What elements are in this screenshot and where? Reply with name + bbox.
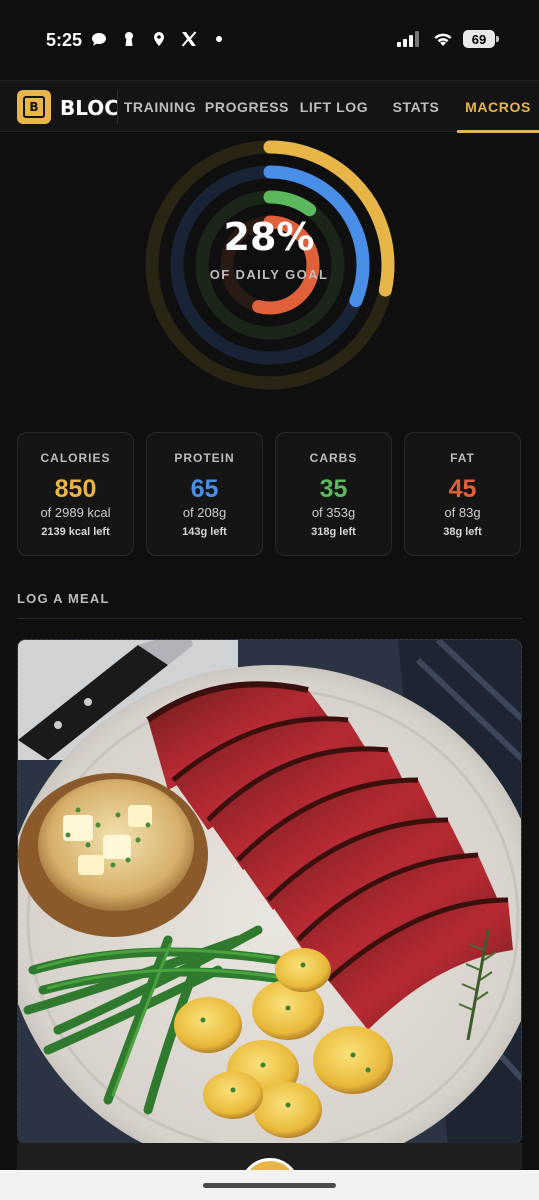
home-indicator[interactable] — [203, 1183, 336, 1188]
daily-goal-percent: 28% — [223, 215, 315, 259]
macro-card-calories[interactable]: CALORIES 850 of 2989 kcal 2139 kcal left — [17, 432, 134, 556]
macro-value: 35 — [319, 475, 348, 503]
macro-label: PROTEIN — [174, 451, 235, 465]
macro-value: 45 — [448, 475, 477, 503]
dot-icon — [216, 36, 222, 42]
steak-dinner-photo — [18, 640, 521, 1143]
macro-value: 850 — [54, 475, 97, 503]
macro-goal: of 2989 kcal — [40, 505, 111, 520]
tab-progress[interactable]: PROGRESS — [203, 81, 291, 133]
logo-mark: B — [23, 96, 45, 118]
active-tab-indicator — [457, 130, 539, 133]
macro-remaining: 318g left — [311, 526, 356, 538]
macro-goal: of 353g — [311, 505, 356, 520]
x-logo-icon — [181, 31, 197, 47]
nav-divider — [117, 90, 118, 124]
macro-label: CARBS — [309, 451, 358, 465]
section-divider — [17, 618, 522, 619]
macro-remaining: 143g left — [182, 526, 227, 538]
location-pin-icon — [154, 32, 164, 46]
meal-photo-upload[interactable] — [17, 639, 522, 1144]
tab-lift-log[interactable]: LIFT LOG — [293, 81, 375, 133]
macro-remaining: 2139 kcal left — [41, 526, 110, 538]
chat-bubble-icon — [92, 33, 106, 46]
tab-macros[interactable]: MACROS — [457, 81, 539, 133]
keyhole-icon — [125, 32, 133, 46]
tab-training[interactable]: TRAINING — [119, 81, 201, 133]
status-time: 5:25 — [46, 30, 83, 50]
macro-remaining: 38g left — [443, 526, 482, 538]
daily-goal-label: OF DAILY GOAL — [209, 267, 329, 282]
battery-icon: 69 — [463, 30, 499, 48]
macro-progress-rings — [145, 140, 395, 390]
bloc-logo-icon[interactable]: B — [17, 90, 51, 124]
macro-goal: of 83g — [444, 505, 481, 520]
top-nav: B BLOC TRAINING PROGRESS LIFT LOG STATS … — [0, 80, 539, 133]
tab-stats[interactable]: STATS — [377, 81, 455, 133]
macro-card-protein[interactable]: PROTEIN 65 of 208g 143g left — [146, 432, 263, 556]
wifi-icon — [434, 33, 452, 46]
macro-value: 65 — [190, 475, 219, 503]
macro-card-carbs[interactable]: CARBS 35 of 353g 318g left — [275, 432, 392, 556]
macro-label: CALORIES — [40, 451, 111, 465]
brand-name[interactable]: BLOC — [60, 96, 119, 120]
macro-goal: of 208g — [182, 505, 227, 520]
log-meal-heading: LOG A MEAL — [17, 591, 110, 606]
macro-label: FAT — [450, 451, 475, 465]
status-bar: 5:25 69 — [0, 0, 539, 80]
battery-level: 69 — [471, 31, 487, 47]
macro-card-fat[interactable]: FAT 45 of 83g 38g left — [404, 432, 521, 556]
signal-icon — [397, 31, 419, 47]
